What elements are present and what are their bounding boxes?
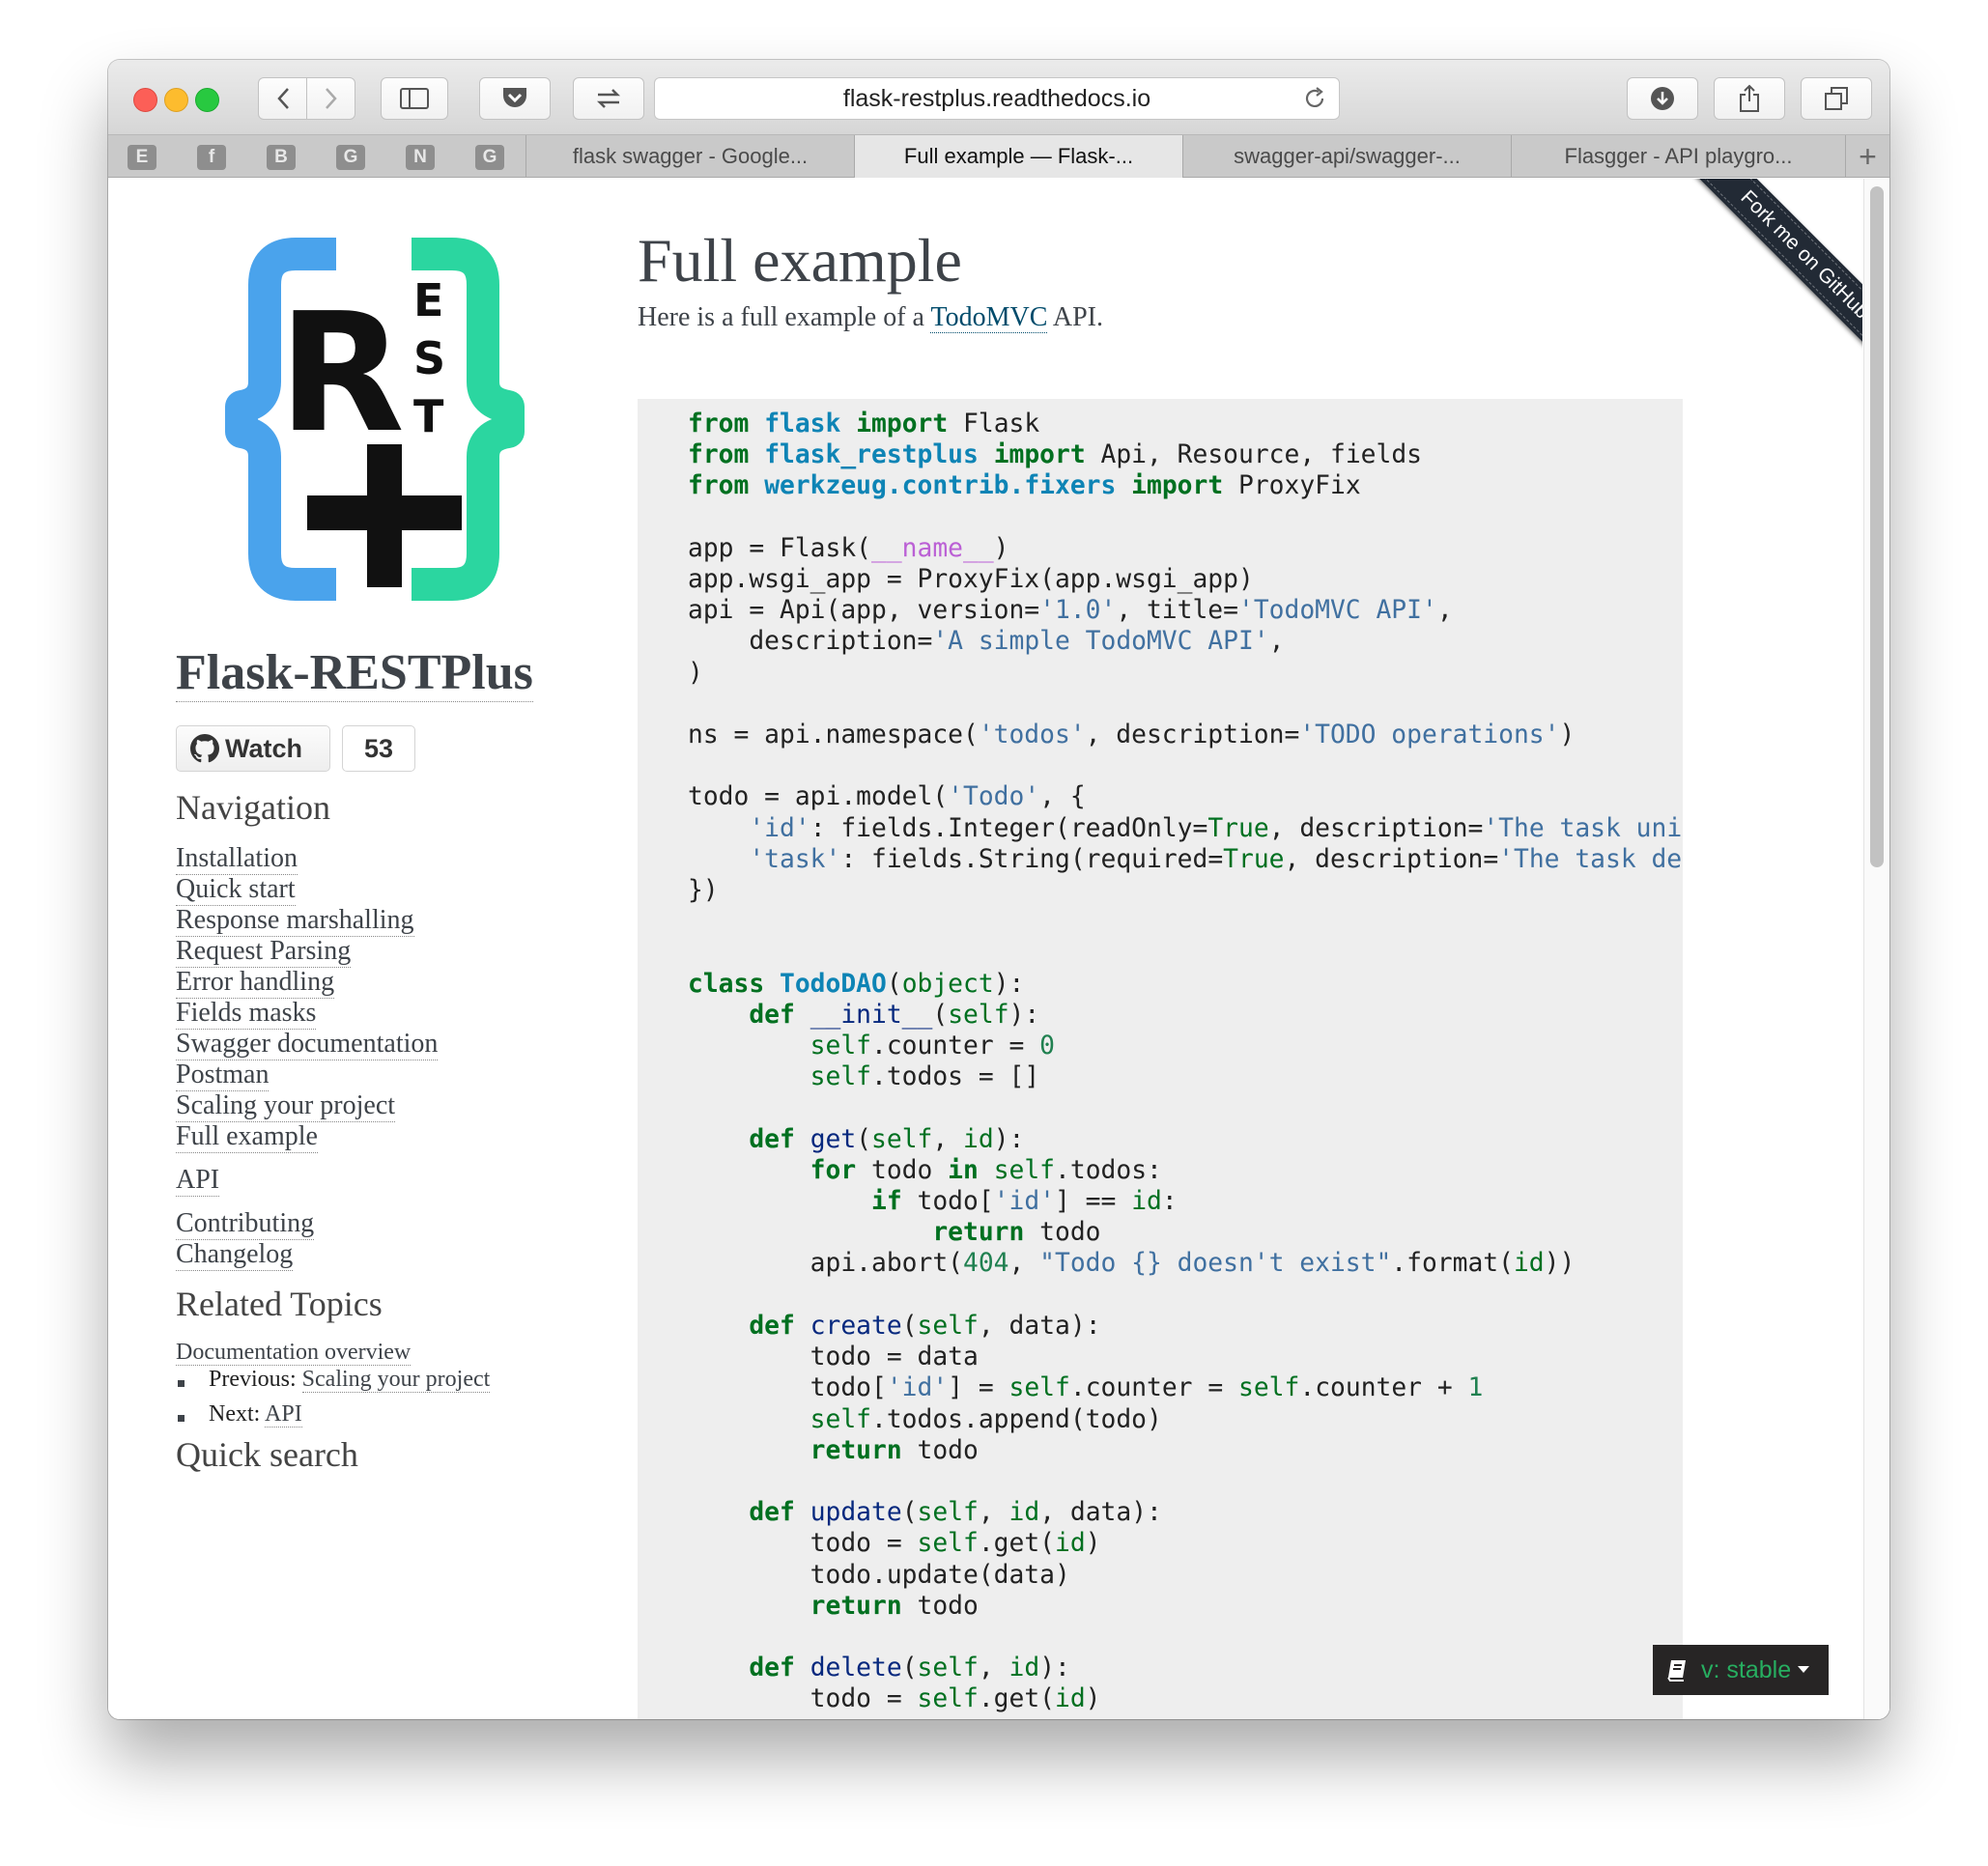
version-selector[interactable]: v: stable	[1653, 1645, 1829, 1695]
tab-label: Flasgger - API playgro...	[1564, 144, 1793, 168]
previous-item: Previous: Scaling your project	[209, 1367, 491, 1393]
code-block[interactable]: from flask import Flask from flask_restp…	[638, 399, 1683, 1719]
version-label: v: stable	[1701, 1655, 1792, 1683]
pinned-tab-g[interactable]: G	[336, 145, 365, 170]
tab-label: Full example — Flask-...	[903, 144, 1134, 168]
code-text: from flask import Flask from flask_restp…	[688, 410, 1683, 1714]
svg-text:R: R	[278, 278, 405, 469]
watch-label: Watch	[225, 733, 302, 763]
pinned-tab-n[interactable]: N	[406, 145, 435, 170]
previous-label: Previous:	[209, 1367, 297, 1392]
list-bullet	[178, 1415, 185, 1422]
nav-contributing[interactable]: Contributing	[176, 1208, 315, 1240]
share-button[interactable]	[1714, 77, 1785, 120]
sidebar-toggle-button[interactable]	[381, 77, 448, 120]
browser-toolbar: flask-restplus.readthedocs.io	[108, 60, 1889, 135]
project-title-link[interactable]: Flask-RESTPlus	[176, 645, 533, 702]
github-ribbon: Fork me on GitHub	[1631, 179, 1862, 410]
swap-arrows-icon	[596, 89, 621, 108]
tab-flask-swagger[interactable]: flask swagger - Google...	[525, 135, 854, 178]
download-icon	[1651, 87, 1674, 110]
extension-button[interactable]	[573, 77, 644, 120]
nav-quick-start[interactable]: Quick start	[176, 874, 296, 906]
tab-swagger-api[interactable]: swagger-api/swagger-...	[1182, 135, 1511, 178]
book-icon	[1667, 1660, 1686, 1682]
tab-full-example[interactable]: Full example — Flask-...	[854, 135, 1182, 178]
share-icon	[1740, 84, 1759, 112]
svg-text:E: E	[413, 274, 443, 326]
zoom-window-button[interactable]	[195, 88, 219, 112]
caret-down-icon	[1798, 1666, 1810, 1673]
tab-overview-button[interactable]	[1801, 77, 1872, 120]
back-button[interactable]	[258, 77, 307, 120]
page-content: R E S T Flask-RESTPlus Watch 53 Navigati…	[108, 179, 1889, 1719]
nav-full-example[interactable]: Full example	[176, 1121, 318, 1153]
nav-error-handling[interactable]: Error handling	[176, 967, 335, 999]
list-bullet	[178, 1380, 185, 1387]
next-link[interactable]: API	[265, 1401, 302, 1428]
nav-installation[interactable]: Installation	[176, 843, 298, 875]
tab-bar: E f B G N G flask swagger - Google... Fu…	[108, 135, 1889, 178]
nav-changelog[interactable]: Changelog	[176, 1239, 294, 1271]
tab-label: swagger-api/swagger-...	[1234, 144, 1461, 168]
reload-icon[interactable]	[1302, 86, 1327, 111]
minimize-window-button[interactable]	[164, 88, 188, 112]
related-topics-heading: Related Topics	[176, 1285, 383, 1323]
intro-text: Here is a full example of a	[638, 302, 931, 332]
svg-text:T: T	[413, 390, 444, 442]
navigation-heading: Navigation	[176, 788, 330, 827]
nav-postman[interactable]: Postman	[176, 1060, 270, 1091]
tab-flasgger[interactable]: Flasgger - API playgro...	[1511, 135, 1845, 178]
chevron-right-icon	[325, 88, 337, 109]
scrollbar-thumb[interactable]	[1870, 186, 1884, 867]
nav-request-parsing[interactable]: Request Parsing	[176, 936, 352, 968]
forward-button[interactable]	[306, 77, 355, 120]
pinned-tab-b[interactable]: B	[267, 145, 296, 170]
documentation-overview-link[interactable]: Documentation overview	[176, 1340, 412, 1366]
previous-link[interactable]: Scaling your project	[301, 1367, 491, 1393]
github-icon	[190, 734, 219, 763]
quick-search-heading: Quick search	[176, 1435, 358, 1474]
pocket-button[interactable]	[479, 77, 551, 120]
pinned-tab-facebook[interactable]: f	[197, 145, 226, 170]
next-label: Next:	[209, 1401, 261, 1427]
nav-response-marshalling[interactable]: Response marshalling	[176, 905, 414, 937]
new-tab-button[interactable]: +	[1845, 135, 1889, 178]
tab-label: flask swagger - Google...	[572, 144, 809, 168]
address-bar[interactable]: flask-restplus.readthedocs.io	[654, 77, 1340, 120]
fork-me-on-github-link[interactable]: Fork me on GitHub	[1681, 179, 1862, 379]
chevron-left-icon	[276, 88, 289, 109]
watch-count[interactable]: 53	[342, 725, 415, 772]
page-title: Full example	[638, 226, 962, 295]
nav-swagger-documentation[interactable]: Swagger documentation	[176, 1029, 439, 1060]
pinned-tab-g2[interactable]: G	[475, 145, 504, 170]
svg-text:S: S	[413, 332, 445, 384]
intro-paragraph: Here is a full example of a TodoMVC API.	[638, 302, 1103, 333]
url-text: flask-restplus.readthedocs.io	[842, 84, 1151, 112]
page-scrollbar[interactable]	[1863, 179, 1889, 1719]
nav-api[interactable]: API	[176, 1165, 220, 1197]
nav-fields-masks[interactable]: Fields masks	[176, 998, 317, 1030]
todomvc-link[interactable]: TodoMVC	[930, 302, 1048, 333]
browser-window: flask-restplus.readthedocs.io E f B G N …	[108, 60, 1889, 1719]
next-item: Next: API	[209, 1401, 302, 1428]
downloads-button[interactable]	[1627, 77, 1698, 120]
nav-scaling-your-project[interactable]: Scaling your project	[176, 1090, 396, 1122]
intro-text-end: API.	[1047, 302, 1104, 332]
close-window-button[interactable]	[133, 88, 157, 112]
flask-restplus-logo[interactable]: R E S T	[182, 237, 568, 618]
sidebar-icon	[400, 88, 429, 109]
pinned-tab-e[interactable]: E	[128, 145, 156, 170]
tabs-icon	[1825, 87, 1848, 110]
pocket-icon	[503, 88, 526, 107]
github-watch-button[interactable]: Watch	[176, 725, 330, 772]
